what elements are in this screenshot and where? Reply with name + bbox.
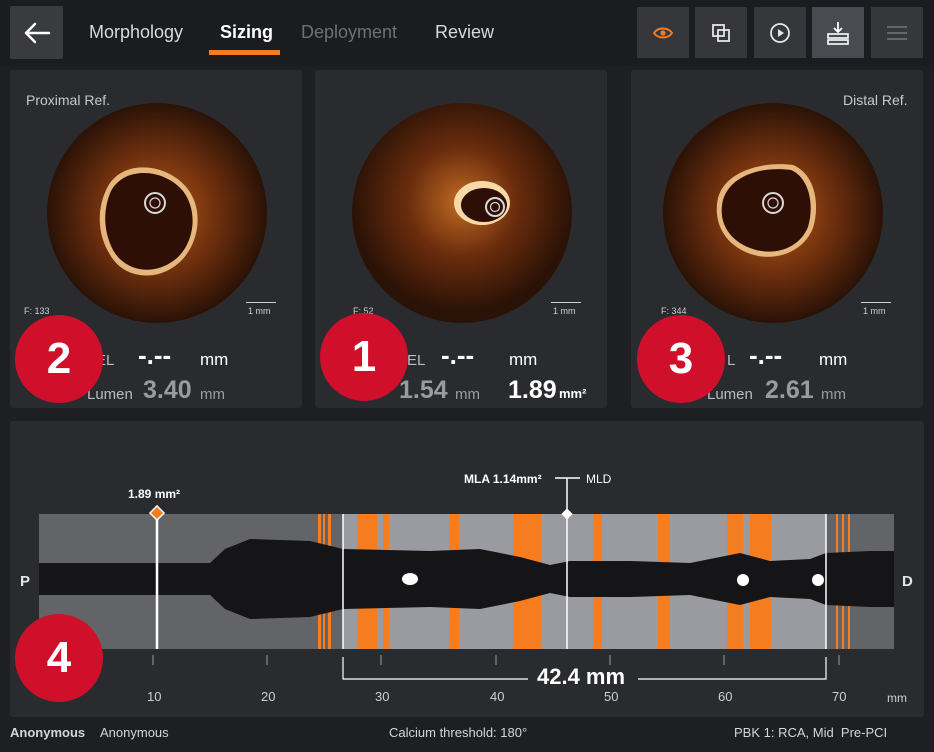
scale-label: 1 mm bbox=[553, 306, 576, 316]
badge-mla: 1 bbox=[320, 313, 408, 401]
guidewire-artifact bbox=[402, 573, 418, 585]
overlay-squares-icon bbox=[712, 23, 730, 42]
play-button[interactable] bbox=[754, 7, 806, 58]
badge-longitudinal: 4 bbox=[15, 614, 103, 702]
tab-morphology[interactable]: Morphology bbox=[89, 22, 183, 43]
lumen-value: 2.61 bbox=[765, 376, 814, 404]
panel-title: Proximal Ref. bbox=[26, 92, 111, 108]
play-circle-icon bbox=[770, 22, 790, 43]
scale-label: 1 mm bbox=[863, 306, 886, 316]
hamburger-icon bbox=[887, 25, 907, 40]
calcium-threshold: Calcium threshold: 180° bbox=[389, 725, 528, 740]
axis-tick-label: 10 bbox=[147, 689, 162, 704]
lumen-label: Lumen bbox=[87, 386, 133, 403]
lumen-unit: mm bbox=[200, 386, 225, 403]
marker-area-label: 1.89 mm² bbox=[128, 487, 181, 501]
active-tab-indicator bbox=[209, 50, 280, 55]
el-value: -.-- bbox=[138, 340, 172, 370]
oct-cross-section-image[interactable] bbox=[47, 103, 267, 323]
axis-ticks bbox=[152, 655, 840, 665]
el-label: L bbox=[727, 352, 736, 369]
download-tray-icon bbox=[827, 21, 849, 45]
panel-title: Distal Ref. bbox=[843, 92, 908, 108]
axis-tick-label: 50 bbox=[604, 689, 619, 704]
axis-tick-label: 20 bbox=[261, 689, 276, 704]
segment-length: 42.4 mm bbox=[537, 664, 626, 689]
axis-unit-label: mm bbox=[887, 691, 907, 705]
compare-button[interactable] bbox=[695, 7, 747, 58]
tab-sizing[interactable]: Sizing bbox=[220, 22, 273, 43]
el-unit: mm bbox=[200, 350, 229, 369]
el-value: -.-- bbox=[749, 340, 783, 370]
scale-bar bbox=[246, 302, 276, 303]
area-unit: mm² bbox=[559, 386, 587, 401]
tab-deployment[interactable]: Deployment bbox=[301, 22, 397, 43]
axis-tick-label: 40 bbox=[490, 689, 505, 704]
scale-bar bbox=[551, 302, 581, 303]
lumen-value: 1.54 bbox=[399, 376, 448, 404]
export-button[interactable] bbox=[812, 7, 864, 58]
badge-proximal: 2 bbox=[15, 315, 103, 403]
lumen-label: Lumen bbox=[707, 386, 753, 403]
procedure-info: PBK 1: RCA, Mid Pre-PCI bbox=[734, 725, 888, 740]
eye-icon bbox=[653, 27, 673, 38]
axis-tick-label: 30 bbox=[375, 689, 390, 704]
patient-id: Anonymous bbox=[100, 725, 169, 740]
axis-tick-label: 60 bbox=[718, 689, 733, 704]
scale-bar bbox=[861, 302, 891, 303]
guidewire-artifact bbox=[737, 574, 749, 586]
el-unit: mm bbox=[819, 350, 848, 369]
el-value: -.-- bbox=[441, 340, 475, 370]
mla-label: MLA 1.14mm² bbox=[464, 472, 542, 486]
longitudinal-view-panel[interactable]: 1.89 mm² MLA 1.14mm² MLD P D 42.4 mm 10 … bbox=[10, 421, 924, 717]
badge-distal: 3 bbox=[637, 315, 725, 403]
lumen-unit: mm bbox=[821, 386, 846, 403]
lumen-unit: mm bbox=[455, 386, 480, 403]
lumen-value: 3.40 bbox=[143, 376, 192, 404]
patient-name: Anonymous bbox=[10, 725, 86, 740]
el-label: EL bbox=[407, 352, 426, 369]
proximal-end-label: P bbox=[20, 573, 31, 590]
distal-end-label: D bbox=[902, 573, 913, 590]
guidewire-artifact bbox=[812, 574, 824, 586]
mld-label: MLD bbox=[586, 472, 612, 486]
arrow-left-icon bbox=[24, 22, 50, 43]
oct-cross-section-image[interactable] bbox=[663, 103, 883, 323]
frame-number: F: 133 bbox=[24, 306, 50, 316]
oct-cross-section-image[interactable] bbox=[352, 103, 572, 323]
area-value: 1.89 bbox=[508, 376, 557, 404]
back-button[interactable] bbox=[10, 6, 63, 59]
visibility-button[interactable] bbox=[637, 7, 689, 58]
scale-label: 1 mm bbox=[248, 306, 271, 316]
tab-review[interactable]: Review bbox=[435, 22, 494, 43]
axis-tick-label: 70 bbox=[832, 689, 847, 704]
el-unit: mm bbox=[509, 350, 538, 369]
menu-button[interactable] bbox=[871, 7, 923, 58]
